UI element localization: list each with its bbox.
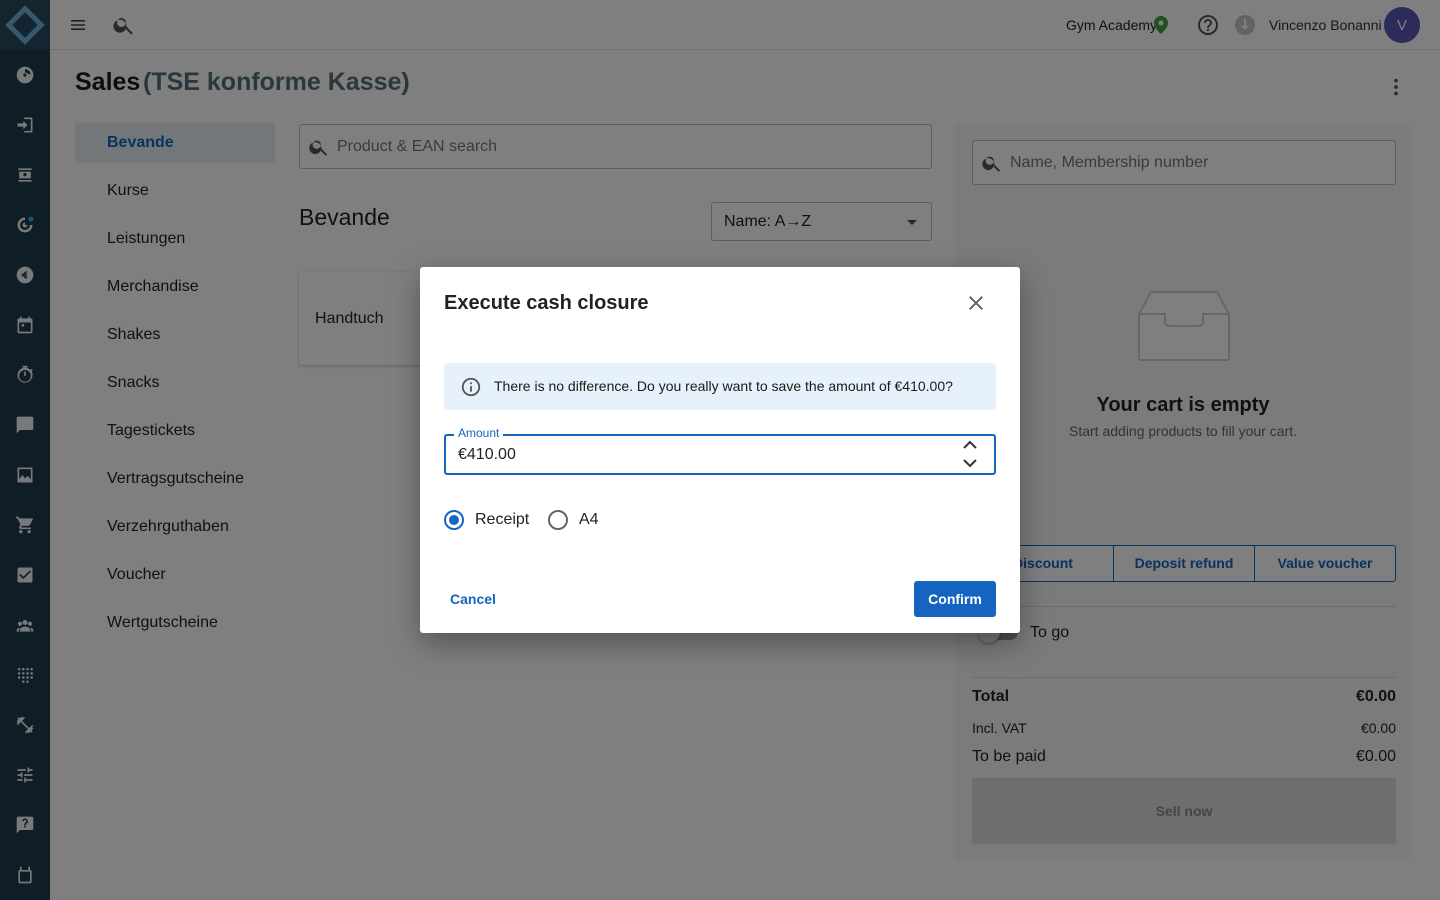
radio-unselected-icon: [548, 510, 568, 530]
info-alert: There is no difference. Do you really wa…: [444, 363, 996, 410]
chevron-up-icon[interactable]: [962, 438, 978, 452]
cancel-button[interactable]: Cancel: [444, 581, 502, 617]
confirm-button[interactable]: Confirm: [914, 581, 996, 617]
a4-radio[interactable]: A4: [548, 510, 599, 530]
receipt-radio[interactable]: Receipt: [444, 510, 529, 530]
alert-text: There is no difference. Do you really wa…: [494, 378, 953, 394]
dialog-title: Execute cash closure: [444, 292, 649, 314]
amount-label: Amount: [454, 426, 504, 440]
cash-closure-dialog: Execute cash closure There is no differe…: [420, 267, 1020, 633]
amount-input[interactable]: [458, 445, 938, 465]
chevron-down-icon[interactable]: [962, 456, 978, 470]
amount-field: Amount: [444, 426, 996, 475]
a4-label: A4: [579, 511, 599, 528]
close-icon[interactable]: [964, 291, 988, 315]
receipt-label: Receipt: [475, 511, 530, 528]
radio-selected-icon: [444, 510, 464, 530]
info-icon: [460, 376, 482, 398]
